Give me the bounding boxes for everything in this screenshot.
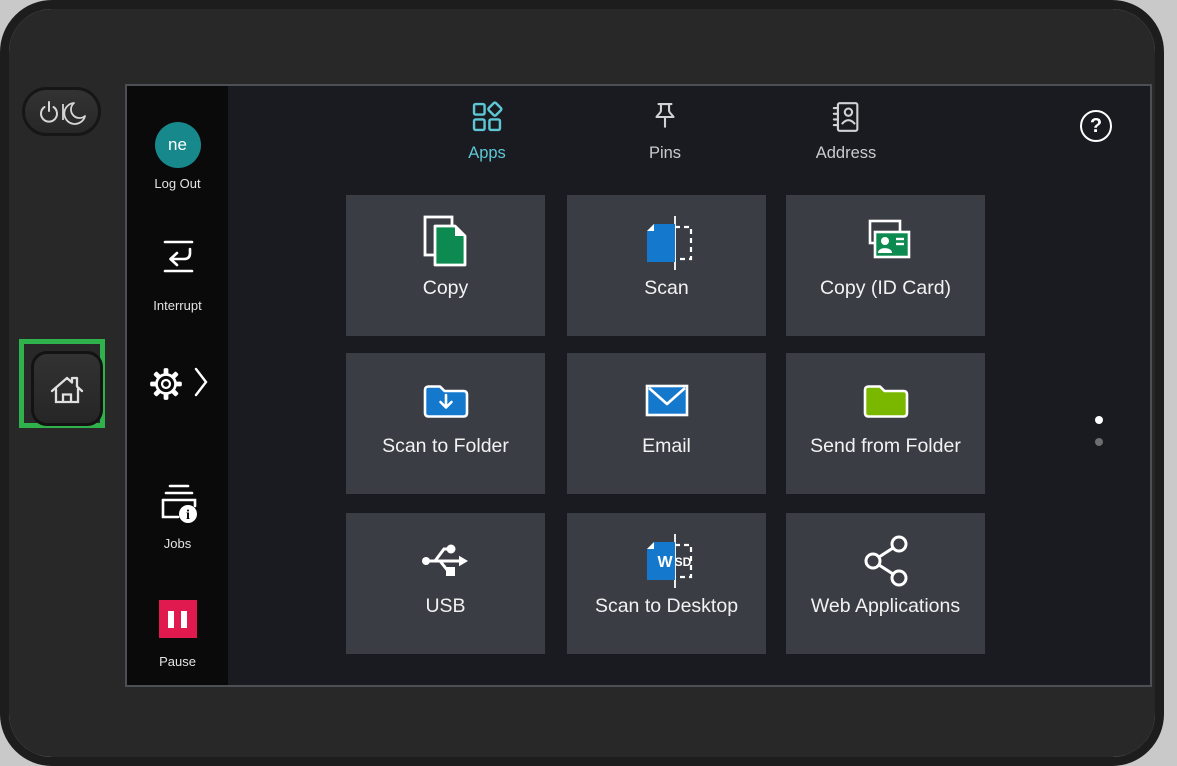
touchscreen: ne Log Out Interrupt [125, 84, 1152, 687]
jobs-label: Jobs [127, 536, 228, 551]
sidebar: ne Log Out Interrupt [127, 86, 228, 685]
tab-pins-label: Pins [595, 144, 735, 163]
tile-email-label: Email [642, 435, 691, 458]
svg-text:i: i [186, 508, 190, 523]
main-area: Apps Pins [228, 86, 1150, 685]
address-book-icon [829, 100, 863, 134]
home-button-highlight [19, 339, 105, 428]
svg-text:W: W [657, 554, 673, 571]
settings-button[interactable] [127, 364, 228, 404]
id-card-icon [857, 215, 915, 271]
folder-down-arrow-icon [417, 373, 475, 429]
page-dot-inactive[interactable] [1095, 438, 1103, 446]
tab-apps-label: Apps [417, 144, 557, 163]
share-nodes-icon [857, 533, 915, 589]
tile-scan-label: Scan [644, 277, 688, 300]
folder-icon [857, 373, 915, 429]
help-button[interactable]: ? [1080, 110, 1112, 142]
interrupt-label: Interrupt [127, 298, 228, 313]
tile-email[interactable]: Email [567, 353, 766, 494]
page-indicator[interactable] [1095, 416, 1103, 460]
tile-web-applications[interactable]: Web Applications [786, 513, 985, 654]
logout-label: Log Out [127, 176, 228, 191]
tile-scan-to-folder-label: Scan to Folder [382, 435, 509, 458]
tab-address-label: Address [776, 144, 916, 163]
jobs-icon: i [155, 480, 201, 526]
tile-scan-to-desktop[interactable]: W SD Scan to Desktop [567, 513, 766, 654]
printer-control-panel: ne Log Out Interrupt [0, 0, 1177, 766]
user-avatar[interactable]: ne [155, 122, 201, 168]
pause-label: Pause [127, 654, 228, 669]
apps-grid-icon [470, 100, 504, 134]
tile-usb-label: USB [425, 595, 465, 618]
svg-text:SD: SD [674, 555, 691, 569]
tile-send-from-folder-label: Send from Folder [810, 435, 961, 458]
tile-usb[interactable]: USB [346, 513, 545, 654]
jobs-button[interactable]: i [127, 480, 228, 526]
pause-icon [159, 600, 197, 638]
power-sleep-icon [36, 98, 88, 126]
page-dot-active[interactable] [1095, 416, 1103, 424]
scan-document-icon [638, 215, 696, 271]
tile-web-applications-label: Web Applications [811, 595, 960, 618]
tile-copy-id-card[interactable]: Copy (ID Card) [786, 195, 985, 336]
pause-button[interactable] [127, 600, 228, 638]
gear-icon [147, 364, 185, 404]
power-sleep-button[interactable] [22, 87, 101, 136]
home-icon [46, 370, 88, 408]
chevron-right-icon [193, 364, 209, 400]
help-label: ? [1090, 115, 1102, 138]
tile-scan-to-desktop-label: Scan to Desktop [595, 595, 738, 618]
interrupt-icon [156, 234, 200, 278]
envelope-icon [638, 373, 696, 429]
usb-connector-icon [417, 533, 475, 589]
wsd-scan-document-icon: W SD [638, 533, 696, 589]
home-button[interactable] [31, 351, 103, 426]
tab-address[interactable]: Address [776, 100, 916, 163]
logout-button[interactable]: ne [127, 122, 228, 168]
tile-scan[interactable]: Scan [567, 195, 766, 336]
pin-icon [648, 100, 682, 134]
tile-copy-label: Copy [423, 277, 469, 300]
interrupt-button[interactable] [127, 234, 228, 278]
tab-apps[interactable]: Apps [417, 100, 557, 163]
tile-scan-to-folder[interactable]: Scan to Folder [346, 353, 545, 494]
tile-copy-id-card-label: Copy (ID Card) [820, 277, 951, 300]
tab-pins[interactable]: Pins [595, 100, 735, 163]
tile-send-from-folder[interactable]: Send from Folder [786, 353, 985, 494]
copy-document-icon [417, 215, 475, 271]
tile-copy[interactable]: Copy [346, 195, 545, 336]
